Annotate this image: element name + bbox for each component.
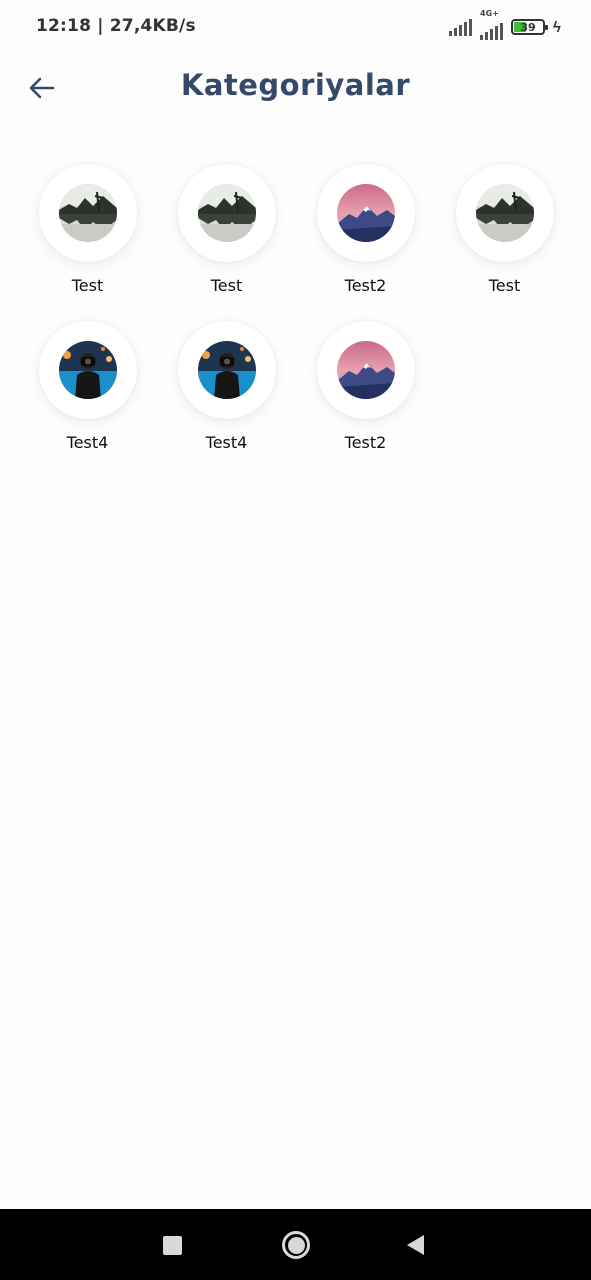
category-item[interactable]: Test <box>435 164 574 295</box>
photographer-city-image <box>197 341 256 399</box>
category-item[interactable]: Test2 <box>296 164 435 295</box>
pink-mountains-image <box>336 341 395 399</box>
category-label: Test2 <box>344 433 387 452</box>
category-label: Test <box>71 276 104 295</box>
category-item[interactable]: Test <box>157 164 296 295</box>
category-label: Test4 <box>66 433 109 452</box>
page-title: Kategoriyalar <box>180 68 411 102</box>
photographer-city-image <box>58 341 117 399</box>
network-label: 4G+ <box>480 8 499 18</box>
category-avatar <box>316 321 415 419</box>
back-icon[interactable] <box>407 1235 424 1255</box>
pink-mountains-image <box>336 184 395 242</box>
status-bar: 12:18 | 27,4KB/s 4G+ 39 ϟ <box>0 0 591 54</box>
category-avatar <box>177 164 276 262</box>
category-avatar <box>38 321 137 419</box>
category-avatar <box>177 321 276 419</box>
category-item[interactable]: Test4 <box>18 321 157 452</box>
category-item[interactable]: Test4 <box>157 321 296 452</box>
category-avatar <box>38 164 137 262</box>
battery-icon: 39 <box>511 19 549 35</box>
home-icon[interactable] <box>282 1231 310 1259</box>
category-item[interactable]: Test2 <box>296 321 435 452</box>
status-icons: 4G+ 39 ϟ <box>449 9 561 40</box>
recents-icon[interactable] <box>163 1236 182 1255</box>
signal-icon <box>449 18 473 36</box>
charging-icon: ϟ <box>553 18 561 36</box>
header: Kategoriyalar <box>0 60 591 116</box>
signal-4g-icon: 4G+ <box>480 9 504 40</box>
category-label: Test2 <box>344 276 387 295</box>
system-nav-bar <box>0 1209 591 1280</box>
category-label: Test <box>210 276 243 295</box>
category-avatar <box>316 164 415 262</box>
category-grid: Test Test Test2 Test Test4 Test4 Test2 <box>18 164 574 452</box>
status-time-speed: 12:18 | 27,4KB/s <box>36 16 196 36</box>
category-label: Test <box>488 276 521 295</box>
lake-reflection-image <box>58 184 117 242</box>
lake-reflection-image <box>197 184 256 242</box>
battery-level: 39 <box>520 20 536 34</box>
category-item[interactable]: Test <box>18 164 157 295</box>
category-avatar <box>455 164 554 262</box>
category-label: Test4 <box>205 433 248 452</box>
lake-reflection-image <box>475 184 534 242</box>
